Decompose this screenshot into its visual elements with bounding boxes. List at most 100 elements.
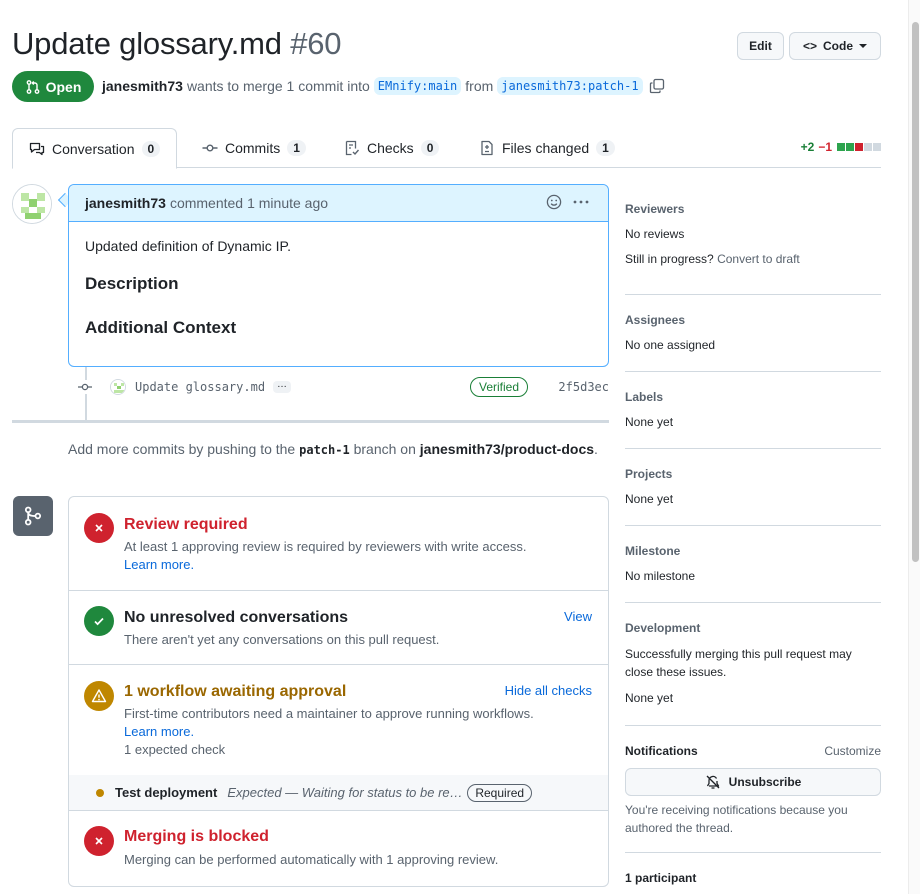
check-name: Test deployment bbox=[115, 785, 218, 800]
bell-slash-icon bbox=[706, 775, 720, 789]
x-circle-icon bbox=[84, 513, 114, 543]
checklist-icon bbox=[345, 140, 360, 156]
convert-to-draft-link[interactable]: Convert to draft bbox=[717, 252, 800, 266]
notifications-desc: You're receiving notifications because y… bbox=[625, 803, 848, 835]
avatar[interactable] bbox=[12, 184, 52, 224]
commit-message-link[interactable]: Update glossary.md bbox=[135, 380, 265, 394]
pull-request-icon bbox=[26, 79, 40, 94]
comment-heading-description: Description bbox=[85, 274, 179, 293]
push-note-suffix: . bbox=[594, 441, 598, 457]
pr-meta: janesmith73 wants to merge 1 commit into… bbox=[102, 77, 665, 95]
tab-files-changed[interactable]: Files changed 1 bbox=[479, 128, 615, 168]
pr-title-text: Update glossary.md bbox=[12, 26, 282, 61]
learn-more-link[interactable]: Learn more. bbox=[124, 724, 194, 739]
identicon-icon bbox=[13, 185, 51, 223]
pr-number: #60 bbox=[290, 26, 342, 61]
labels-value: None yet bbox=[625, 415, 674, 429]
diffstat-deletions: −1 bbox=[818, 140, 832, 154]
assignees-heading[interactable]: Assignees bbox=[625, 313, 881, 327]
commit-avatar[interactable] bbox=[110, 379, 126, 395]
head-branch[interactable]: janesmith73:patch-1 bbox=[497, 77, 643, 95]
base-branch[interactable]: EMnify:main bbox=[373, 77, 462, 95]
sidebar-labels: Labels None yet bbox=[625, 390, 881, 429]
copy-icon[interactable] bbox=[649, 78, 665, 94]
tab-label: Checks bbox=[367, 140, 414, 156]
push-note-middle: branch on bbox=[353, 441, 416, 457]
tab-label: Conversation bbox=[52, 140, 135, 157]
reviewers-value: No reviews bbox=[625, 227, 685, 241]
git-commit-icon bbox=[202, 144, 218, 152]
expand-commit-button[interactable]: … bbox=[273, 380, 292, 393]
git-merge-icon bbox=[13, 496, 53, 536]
from-text: from bbox=[465, 78, 494, 94]
sidebar-divider bbox=[625, 725, 881, 726]
tab-counter: 0 bbox=[420, 140, 440, 156]
sidebar-divider bbox=[625, 294, 881, 295]
customize-link[interactable]: Customize bbox=[824, 744, 881, 758]
learn-more-link[interactable]: Learn more. bbox=[124, 557, 194, 572]
file-diff-icon bbox=[481, 140, 493, 156]
scrollbar[interactable] bbox=[908, 0, 920, 894]
sidebar-divider bbox=[625, 525, 881, 526]
workflow-section: 1 workflow awaiting approval First-time … bbox=[69, 665, 608, 775]
tab-label: Files changed bbox=[502, 140, 590, 156]
projects-heading[interactable]: Projects bbox=[625, 467, 881, 481]
assignees-value: No one assigned bbox=[625, 338, 716, 352]
conversations-section: No unresolved conversations There aren't… bbox=[69, 591, 608, 665]
pr-tabs: Conversation 0 Commits 1 Checks 0 Files … bbox=[12, 128, 881, 169]
code-button[interactable]: <> Code bbox=[789, 32, 881, 60]
conversations-desc: There aren't yet any conversations on th… bbox=[124, 632, 440, 647]
hide-all-checks-link[interactable]: Hide all checks bbox=[505, 683, 592, 698]
comment-action: commented bbox=[169, 195, 244, 211]
view-conversations-link[interactable]: View bbox=[564, 609, 592, 624]
workflow-desc: First-time contributors need a maintaine… bbox=[124, 705, 534, 759]
development-desc: Successfully merging this pull request m… bbox=[625, 647, 852, 679]
commit-row: Update glossary.md … Verified 2f5d3ec bbox=[78, 377, 609, 397]
merge-blocked-title: Merging is blocked bbox=[124, 828, 269, 845]
push-note-repo[interactable]: janesmith73/product-docs bbox=[420, 441, 594, 457]
x-circle-icon bbox=[84, 826, 114, 856]
check-row: Test deployment Expected — Waiting for s… bbox=[69, 775, 608, 811]
timeline-divider bbox=[12, 420, 609, 423]
edit-button[interactable]: Edit bbox=[737, 32, 784, 60]
kebab-menu-icon[interactable] bbox=[572, 194, 590, 210]
pr-state-label: Open bbox=[45, 78, 82, 95]
tab-counter: 1 bbox=[287, 140, 306, 156]
commit-sha-link[interactable]: 2f5d3ec bbox=[558, 380, 609, 394]
milestone-heading[interactable]: Milestone bbox=[625, 544, 881, 558]
expected-check-count: 1 expected check bbox=[124, 742, 226, 757]
participants-heading: 1 participant bbox=[625, 871, 697, 885]
notifications-reason: You're receiving notifications because y… bbox=[625, 801, 881, 837]
verified-badge[interactable]: Verified bbox=[470, 377, 529, 397]
smiley-icon[interactable] bbox=[546, 194, 562, 210]
sidebar-reviewers: Reviewers No reviews Still in progress? … bbox=[625, 202, 881, 266]
code-label: Code bbox=[823, 39, 853, 53]
sidebar-participants: 1 participant bbox=[625, 871, 881, 885]
comment-text: Updated definition of Dynamic IP. bbox=[85, 238, 291, 254]
workflow-title: 1 workflow awaiting approval bbox=[124, 683, 347, 700]
pr-title: Update glossary.md #60 bbox=[12, 26, 342, 62]
sidebar-notifications: Notifications Customize bbox=[625, 744, 881, 758]
sidebar-assignees: Assignees No one assigned bbox=[625, 313, 881, 352]
tab-commits[interactable]: Commits 1 bbox=[202, 128, 306, 168]
tab-conversation[interactable]: Conversation 0 bbox=[12, 128, 178, 169]
comment-time[interactable]: 1 minute ago bbox=[247, 195, 328, 211]
reviewers-heading[interactable]: Reviewers bbox=[625, 202, 881, 216]
comment-author[interactable]: janesmith73 bbox=[85, 195, 166, 211]
edit-label: Edit bbox=[749, 39, 772, 53]
pr-author-link[interactable]: janesmith73 bbox=[102, 78, 183, 94]
tab-checks[interactable]: Checks 0 bbox=[344, 128, 440, 168]
scrollbar-thumb[interactable] bbox=[912, 22, 919, 562]
pr-state-badge: Open bbox=[12, 71, 94, 102]
unsubscribe-button[interactable]: Unsubscribe bbox=[625, 768, 881, 796]
labels-heading[interactable]: Labels bbox=[625, 390, 881, 404]
code-icon: <> bbox=[802, 39, 817, 53]
pr-comment: janesmith73 commented 1 minute ago Updat… bbox=[68, 184, 609, 367]
development-heading[interactable]: Development bbox=[625, 621, 881, 635]
comment-heading-context: Additional Context bbox=[85, 318, 237, 337]
unsubscribe-label: Unsubscribe bbox=[728, 775, 802, 789]
merge-status-box: Review required At least 1 approving rev… bbox=[68, 496, 609, 887]
sidebar-development: Development Successfully merging this pu… bbox=[625, 621, 881, 705]
sidebar-divider bbox=[625, 371, 881, 372]
tab-counter: 1 bbox=[596, 140, 615, 156]
